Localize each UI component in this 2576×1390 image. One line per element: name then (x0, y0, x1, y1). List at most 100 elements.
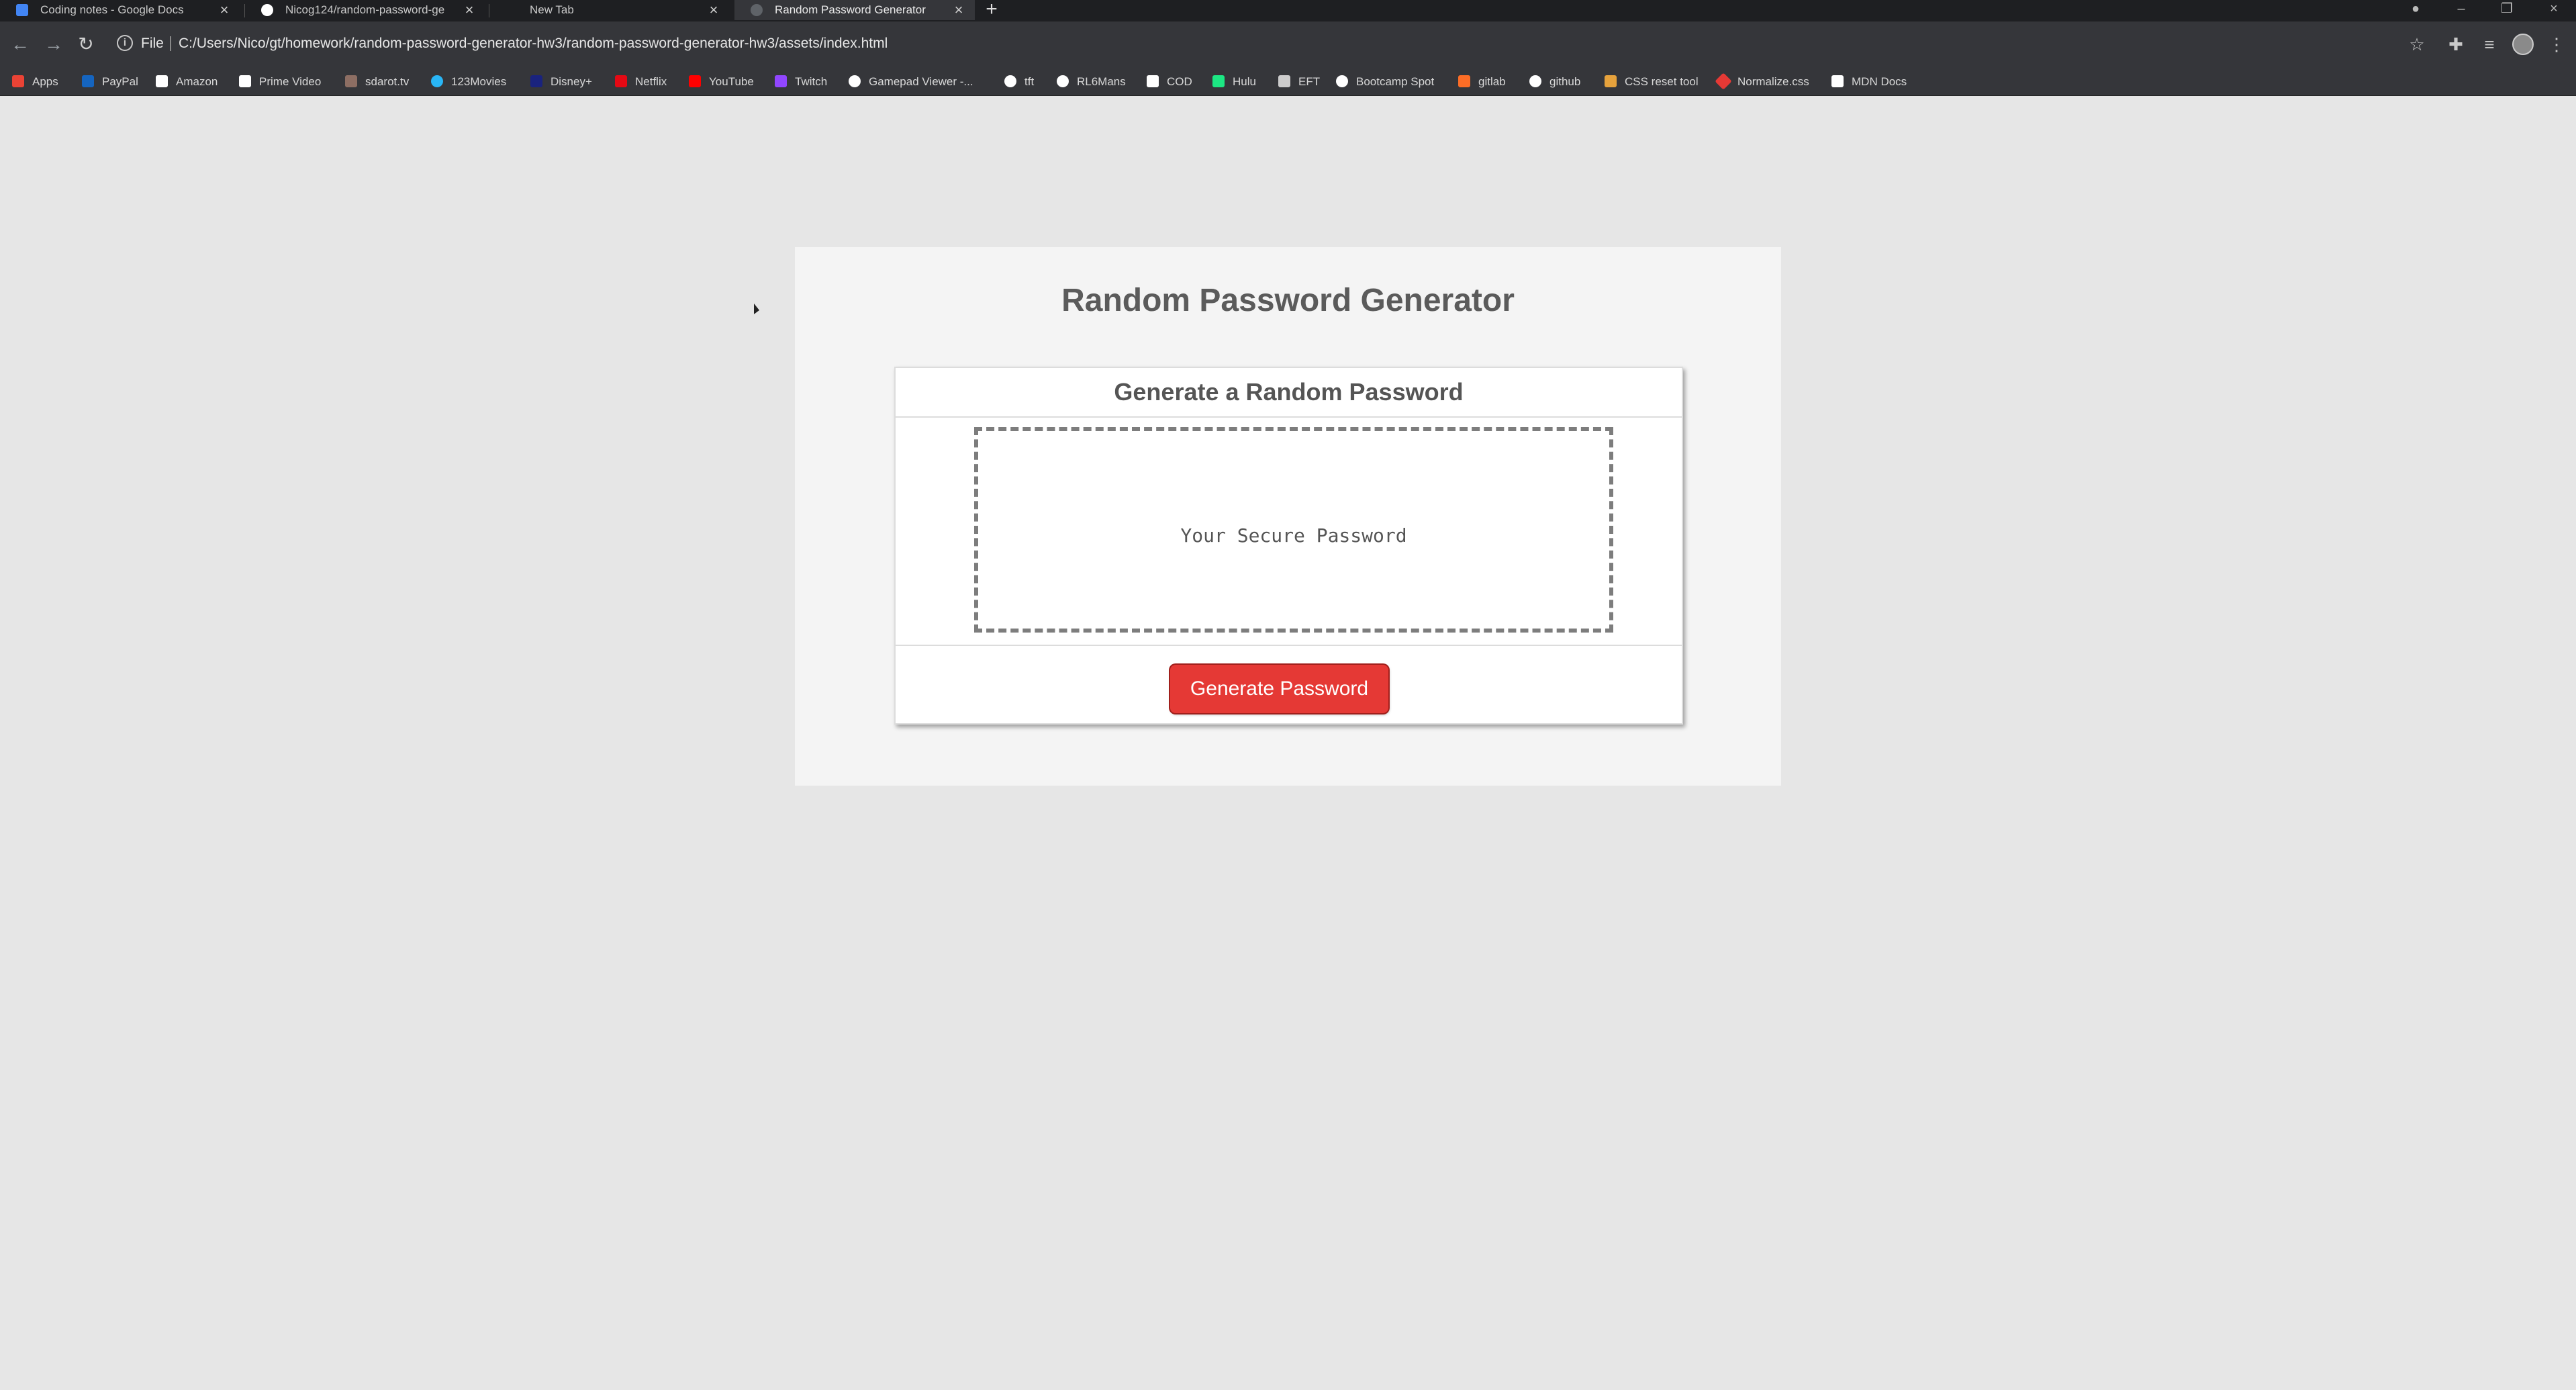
gitlab-icon (1458, 75, 1470, 87)
bookmark-github[interactable]: github (1529, 73, 1580, 91)
bookmark-bootcamp-spot[interactable]: Bootcamp Spot (1336, 73, 1434, 91)
mdn-icon (1831, 75, 1844, 87)
css-reset-icon (1605, 75, 1617, 87)
normalize-icon (1715, 73, 1732, 90)
bookmark-apps[interactable]: Apps (12, 73, 58, 91)
reading-list-icon[interactable]: ≡ (2477, 32, 2501, 56)
bookmark-label: Netflix (635, 75, 667, 88)
profile-avatar[interactable] (2512, 34, 2534, 55)
bookmark-123movies[interactable]: 123Movies (431, 73, 506, 91)
prime-video-icon (239, 75, 251, 87)
bookmark-label: RL6Mans (1077, 75, 1126, 88)
github-icon (261, 4, 273, 16)
bookmark-css-reset[interactable]: CSS reset tool (1605, 73, 1699, 91)
bookmark-paypal[interactable]: PayPal (82, 73, 138, 91)
mouse-cursor-icon (754, 304, 759, 314)
bookmark-youtube[interactable]: YouTube (689, 73, 754, 91)
tab-random-password-generator[interactable]: Random Password Generator × (734, 0, 975, 20)
bookmark-label: Gamepad Viewer -... (869, 75, 973, 88)
bookmark-label: Disney+ (551, 75, 592, 88)
bookmark-label: github (1549, 75, 1581, 88)
extensions-puzzle-icon[interactable]: ✚ (2444, 32, 2468, 56)
browser-toolbar: ← → ↻ i File C:/Users/Nico/gt/homework/r… (0, 21, 2576, 68)
password-placeholder: Your Secure Password (1180, 524, 1407, 547)
close-icon[interactable]: × (463, 0, 476, 20)
bookmark-label: gitlab (1478, 75, 1506, 88)
bookmark-twitch[interactable]: Twitch (775, 73, 827, 91)
tab-title: Random Password Generator (775, 3, 926, 16)
card-footer-divider (896, 645, 1682, 646)
google-docs-icon (16, 4, 28, 16)
password-output[interactable]: Your Secure Password (974, 427, 1613, 633)
bookmark-rl6mans[interactable]: RL6Mans (1057, 73, 1126, 91)
bookmark-label: CSS reset tool (1625, 75, 1699, 88)
bookmark-label: PayPal (102, 75, 138, 88)
bookmark-prime-video[interactable]: Prime Video (239, 73, 321, 91)
bookmark-label: 123Movies (451, 75, 507, 88)
reload-icon[interactable]: ↻ (74, 32, 98, 56)
bookmark-cod[interactable]: COD (1147, 73, 1192, 91)
bookmark-amazon[interactable]: Amazon (156, 73, 218, 91)
window-close-icon[interactable]: × (2540, 0, 2567, 20)
bookmark-star-icon[interactable]: ☆ (2405, 32, 2429, 56)
bookmark-label: Prime Video (259, 75, 322, 88)
menu-kebab-icon[interactable]: ⋮ (2544, 32, 2569, 56)
address-scheme-label: File (141, 36, 164, 51)
bookmark-normalize[interactable]: Normalize.css (1715, 73, 1809, 91)
bookmark-label: Bootcamp Spot (1356, 75, 1435, 88)
password-card: Generate a Random Password Your Secure P… (894, 367, 1683, 725)
amazon-icon (156, 75, 168, 87)
bookmark-sdarot[interactable]: sdarot.tv (345, 73, 409, 91)
card-header: Generate a Random Password (896, 368, 1682, 418)
bookmark-label: Amazon (176, 75, 218, 88)
tab-title: Coding notes - Google Docs (40, 3, 184, 16)
close-icon[interactable]: × (218, 0, 231, 20)
address-separator (170, 36, 171, 51)
bookmark-label: Hulu (1233, 75, 1256, 88)
browser-tab-bar: Coding notes - Google Docs × Nicog124/ra… (0, 0, 2576, 21)
forward-arrow-icon[interactable]: → (42, 32, 66, 56)
bookmark-tft[interactable]: tft (1004, 73, 1034, 91)
bookmark-mdn[interactable]: MDN Docs (1831, 73, 1907, 91)
globe-icon (751, 4, 763, 16)
back-arrow-icon[interactable]: ← (8, 32, 32, 56)
bookmark-label: YouTube (709, 75, 754, 88)
close-icon[interactable]: × (707, 0, 720, 20)
disney-icon (530, 75, 542, 87)
page-title: Random Password Generator (1061, 283, 1515, 318)
globe-icon (1004, 75, 1016, 87)
bookmark-hulu[interactable]: Hulu (1212, 73, 1256, 91)
page-wrapper: Random Password Generator Generate a Ran… (795, 247, 1781, 786)
youtube-icon (689, 75, 701, 87)
new-tab-button[interactable]: + (982, 0, 1002, 20)
twitch-icon (775, 75, 787, 87)
tab-search-icon[interactable]: ● (2402, 0, 2429, 20)
netflix-icon (615, 75, 627, 87)
bookmark-eft[interactable]: EFT (1278, 73, 1320, 91)
movies-icon (431, 75, 443, 87)
bookmark-label: Apps (32, 75, 58, 88)
tab-new-tab[interactable]: New Tab × (489, 0, 730, 20)
restore-icon[interactable]: ❐ (2493, 0, 2520, 20)
generate-password-button[interactable]: Generate Password (1170, 665, 1388, 713)
eft-icon (1278, 75, 1290, 87)
bookmark-label: EFT (1298, 75, 1321, 88)
globe-icon (1057, 75, 1069, 87)
info-icon[interactable]: i (117, 35, 133, 51)
bookmark-label: COD (1167, 75, 1192, 88)
bookmark-label: Normalize.css (1737, 75, 1809, 88)
minimize-icon[interactable]: – (2448, 0, 2475, 20)
bookmark-label: MDN Docs (1852, 75, 1907, 88)
hulu-icon (1212, 75, 1225, 87)
close-icon[interactable]: × (952, 0, 965, 20)
sdarot-icon (345, 75, 357, 87)
bookmark-gitlab[interactable]: gitlab (1458, 73, 1506, 91)
cod-icon (1147, 75, 1159, 87)
tab-github[interactable]: Nicog124/random-password-ge × (245, 0, 485, 20)
bookmark-label: sdarot.tv (365, 75, 410, 88)
address-url[interactable]: C:/Users/Nico/gt/homework/random-passwor… (179, 35, 888, 52)
tab-coding-notes[interactable]: Coding notes - Google Docs × (0, 0, 240, 20)
bookmark-netflix[interactable]: Netflix (615, 73, 667, 91)
bookmark-disney[interactable]: Disney+ (530, 73, 592, 91)
bookmark-gamepad-viewer[interactable]: Gamepad Viewer -... (849, 73, 973, 91)
